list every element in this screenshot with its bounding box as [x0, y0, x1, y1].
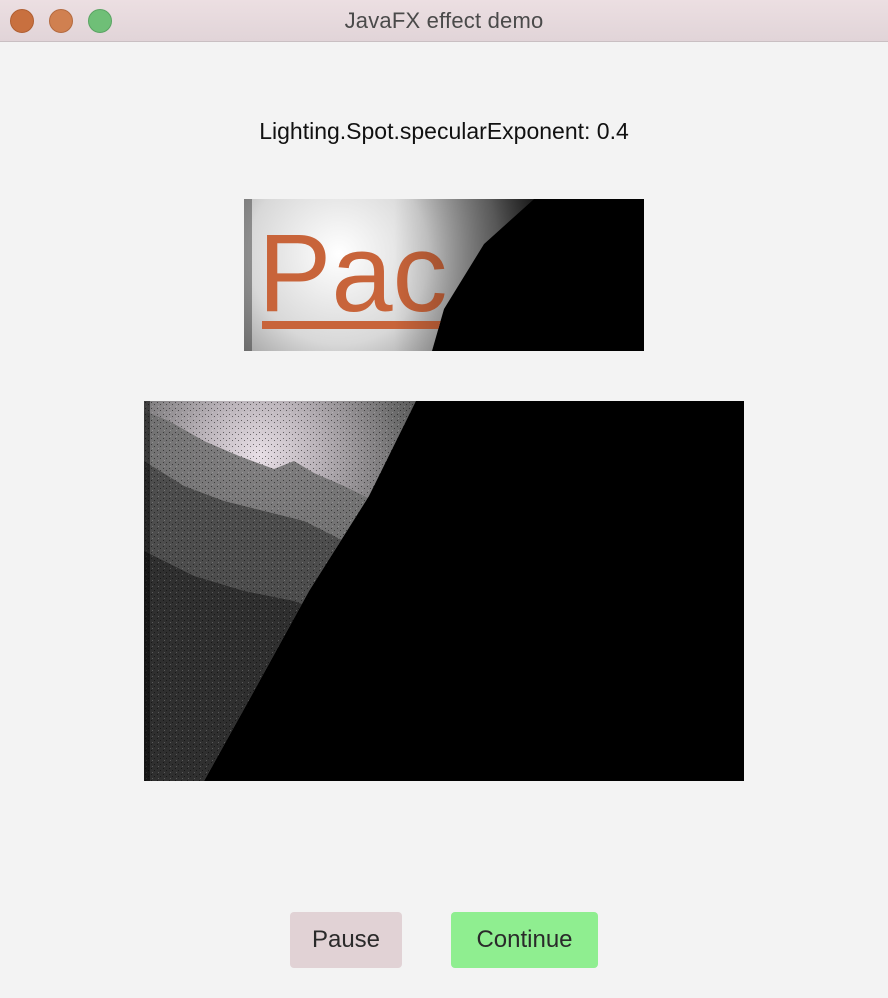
effect-label: Lighting.Spot.specularExponent: 0.4 [259, 118, 629, 144]
pause-button[interactable]: Pause [290, 912, 402, 968]
window-title: JavaFX effect demo [344, 8, 544, 33]
app-window: JavaFX effect demo Lighting.Spot.specula… [0, 0, 888, 998]
continue-button[interactable]: Continue [451, 912, 598, 968]
mountain-image-graphic [144, 401, 744, 781]
mountain-image [144, 401, 744, 781]
title-bar[interactable]: JavaFX effect demo [0, 0, 888, 42]
logo-image: Pac [244, 199, 644, 351]
logo-image-graphic: Pac [244, 199, 644, 351]
